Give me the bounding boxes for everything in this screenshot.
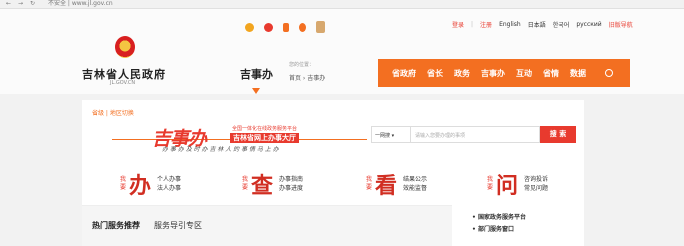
search-button[interactable]: 搜 索 — [540, 126, 576, 143]
breadcrumb: 首页 › 吉事办 — [289, 75, 326, 82]
service-glyph-kan: 看 — [375, 174, 398, 199]
side-links: • 国家政务服务平台 • 部门服务窗口 — [472, 212, 526, 236]
service-prefix: 我要 — [242, 176, 249, 191]
register-link[interactable]: 注册 — [480, 20, 492, 29]
lang-korean[interactable]: 한국어 — [553, 20, 570, 29]
accessibility-icon[interactable] — [299, 22, 306, 32]
lang-japanese[interactable]: 日本語 — [528, 20, 546, 29]
wechat-icon[interactable] — [264, 22, 273, 32]
search-scope-select[interactable]: 一网搜 ▾ — [371, 126, 411, 143]
service-link[interactable]: 结果公示 — [403, 175, 427, 184]
location-label: 您的位置： — [289, 62, 315, 68]
nav-item-governor[interactable]: 省长 — [427, 68, 443, 79]
service-link[interactable]: 办事指南 — [279, 175, 303, 184]
service-link[interactable]: 效能监督 — [403, 184, 427, 193]
nav-item-jishiban[interactable]: 吉事办 — [481, 68, 505, 79]
nav-item-affairs[interactable]: 政务 — [454, 68, 470, 79]
site-header: 登录 | 注册 English 日本語 한국어 русский 旧版导航 吉林省… — [0, 9, 684, 94]
nav-item-data[interactable]: 数据 — [570, 68, 586, 79]
service-prefix: 我要 — [120, 176, 127, 191]
social-icons — [245, 21, 325, 33]
service-prefix: 我要 — [487, 176, 494, 191]
service-glyph-cha: 查 — [251, 174, 274, 199]
forward-icon[interactable]: → — [18, 0, 23, 8]
national-emblem-logo — [115, 36, 135, 58]
side-link[interactable]: • 国家政务服务平台 — [472, 212, 526, 224]
browser-toolbar: ← → ↻ 不安全 | www.jl.gov.cn — [0, 0, 684, 9]
address-bar[interactable]: 不安全 | www.jl.gov.cn — [48, 0, 113, 8]
reload-icon[interactable]: ↻ — [30, 0, 35, 8]
weibo-icon[interactable] — [245, 22, 254, 32]
nav-item-province-info[interactable]: 省情 — [543, 68, 559, 79]
jishiban-banner: 吉事办 全国一体化在线政务服务平台 吉林省网上办事大厅 办 事 办 及 时 办 … — [112, 124, 367, 154]
search-input[interactable]: 请输入您要办理的事项 — [411, 126, 540, 143]
nav-item-interaction[interactable]: 互动 — [516, 68, 532, 79]
nav-item-province-gov[interactable]: 省政府 — [392, 68, 416, 79]
login-link[interactable]: 登录 — [452, 20, 464, 29]
mascot-icon[interactable] — [316, 21, 325, 33]
region-switch[interactable]: 省级 | 地区切换 — [92, 108, 134, 117]
tab-hot-services[interactable]: 热门服务推荐 — [92, 220, 140, 231]
lang-russian[interactable]: русский — [576, 21, 601, 28]
service-kan[interactable]: 我要 看 结果公示 效能监督 — [366, 168, 427, 200]
service-link[interactable]: 法人办事 — [157, 184, 181, 193]
mobile-icon[interactable] — [283, 22, 289, 32]
service-link[interactable]: 常见问题 — [524, 184, 548, 193]
hot-services-section: 热门服务推荐 服务导引专区 — [82, 205, 452, 246]
service-panel: 省级 | 地区切换 吉事办 全国一体化在线政务服务平台 吉林省网上办事大厅 办 … — [82, 100, 584, 246]
banner-slogan-top: 全国一体化在线政务服务平台 — [232, 126, 298, 132]
service-prefix: 我要 — [366, 176, 373, 191]
service-link[interactable]: 办事进度 — [279, 184, 303, 193]
search-icon[interactable] — [605, 69, 613, 77]
tab-service-guide[interactable]: 服务导引专区 — [154, 220, 202, 231]
back-icon[interactable]: ← — [6, 0, 11, 8]
service-glyph-ban: 办 — [129, 174, 152, 199]
service-link[interactable]: 咨询投诉 — [524, 175, 548, 184]
top-links: 登录 | 注册 English 日本語 한국어 русский 旧版导航 — [452, 20, 633, 29]
gov-domain: JL.GOV.CN — [110, 80, 136, 86]
old-nav-link[interactable]: 旧版导航 — [609, 20, 633, 29]
service-glyph-wen: 问 — [496, 174, 519, 199]
service-ban[interactable]: 我要 办 个人办事 法人办事 — [120, 168, 181, 200]
banner-slogan-bottom: 办 事 办 及 时 办 吉 林 人 的 事 情 马 上 办 — [162, 146, 279, 153]
service-cha[interactable]: 我要 查 办事指南 办事进度 — [242, 168, 303, 200]
service-link[interactable]: 个人办事 — [157, 175, 181, 184]
lang-english[interactable]: English — [499, 21, 521, 28]
service-wen[interactable]: 我要 问 咨询投诉 常见问题 — [487, 168, 548, 200]
banner-slogan-box: 吉林省网上办事大厅 — [230, 133, 299, 143]
main-nav: 省政府 省长 政务 吉事办 互动 省情 数据 — [378, 59, 630, 87]
side-link[interactable]: • 部门服务窗口 — [472, 224, 526, 236]
section-title[interactable]: 吉事办 — [240, 66, 273, 82]
